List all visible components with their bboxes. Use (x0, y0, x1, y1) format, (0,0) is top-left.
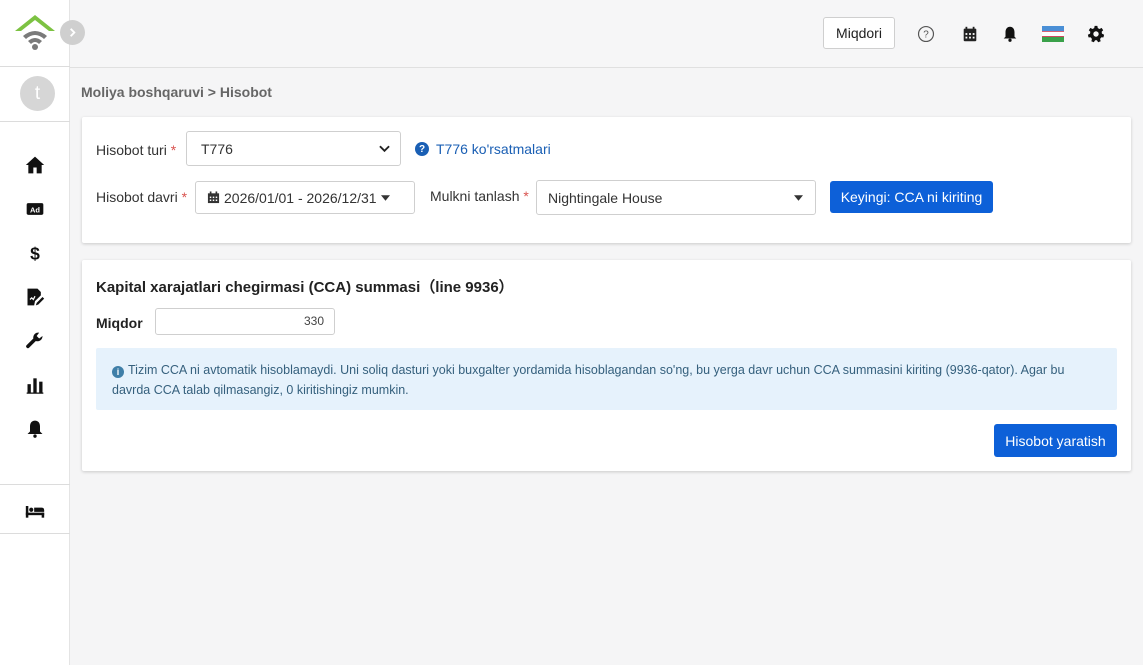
chevron-right-icon (70, 28, 76, 37)
document-edit-icon[interactable] (24, 286, 46, 308)
ad-icon[interactable]: Ad (24, 198, 46, 220)
report-type-select[interactable]: T776 (186, 131, 401, 166)
sidebar: t Ad $ (0, 0, 70, 665)
top-header: Miqdori ? (70, 0, 1143, 68)
info-icon: i (112, 366, 124, 378)
quantity-button[interactable]: Miqdori (823, 17, 895, 49)
bed-icon[interactable] (24, 500, 46, 522)
report-period-label: Hisobot davri * (96, 189, 187, 205)
report-type-value: T776 (201, 140, 233, 157)
report-type-label-text: Hisobot turi (96, 142, 167, 158)
required-mark: * (523, 188, 529, 204)
chevron-down-icon (379, 145, 390, 152)
flag-icon[interactable] (1042, 26, 1064, 42)
caret-down-icon (794, 194, 803, 201)
wrench-icon[interactable] (24, 330, 46, 352)
amount-label: Miqdor (96, 315, 143, 331)
sidebar-divider (0, 121, 70, 122)
property-label-text: Mulkni tanlash (430, 188, 520, 204)
next-enter-cca-button[interactable]: Keyingi: CCA ni kiriting (830, 181, 993, 213)
property-value: Nightingale House (548, 189, 663, 206)
amount-input[interactable]: 330 (155, 308, 335, 335)
required-mark: * (181, 189, 188, 205)
generate-report-button[interactable]: Hisobot yaratish (994, 424, 1117, 457)
breadcrumb: Moliya boshqaruvi > Hisobot (81, 84, 272, 100)
report-period-value: 2026/01/01 - 2026/12/31 (224, 189, 377, 206)
dollar-icon[interactable]: $ (24, 242, 46, 264)
question-circle-icon: ? (415, 142, 429, 156)
avatar-letter: t (34, 82, 41, 104)
home-logo-icon[interactable] (14, 14, 56, 52)
calendar-icon[interactable] (960, 24, 980, 44)
info-text: Tizim CCA ni avtomatik hisoblamaydi. Uni… (112, 363, 1065, 397)
report-period-label-text: Hisobot davri (96, 189, 178, 205)
cca-title: Kapital xarajatlari chegirmasi (CCA) sum… (96, 279, 514, 296)
sidebar-divider (0, 66, 70, 67)
sidebar-toggle-button[interactable] (60, 20, 85, 45)
svg-text:?: ? (923, 30, 929, 41)
help-icon[interactable]: ? (916, 24, 936, 44)
required-mark: * (170, 142, 177, 158)
caret-down-icon (380, 194, 390, 201)
bar-chart-icon[interactable] (24, 374, 46, 396)
notification-bell-icon[interactable] (1000, 24, 1020, 44)
property-select[interactable]: Nightingale House (536, 180, 816, 215)
info-alert: i Tizim CCA ni avtomatik hisoblamaydi. Un… (96, 348, 1117, 410)
report-period-picker[interactable]: 2026/01/01 - 2026/12/31 (195, 181, 415, 214)
cca-card: Kapital xarajatlari chegirmasi (CCA) sum… (82, 260, 1131, 471)
calendar-icon (207, 191, 220, 204)
property-label: Mulkni tanlash * (430, 188, 529, 204)
gear-icon[interactable] (1086, 24, 1106, 44)
guide-link[interactable]: ? T776 ko'rsatmalari (415, 141, 551, 157)
home-icon[interactable] (24, 154, 46, 176)
guide-link-text: T776 ko'rsatmalari (436, 141, 551, 157)
report-type-label: Hisobot turi * (96, 142, 176, 158)
sidebar-divider (0, 484, 70, 485)
sidebar-divider (0, 533, 70, 534)
bell-icon[interactable] (24, 418, 46, 440)
avatar[interactable]: t (20, 76, 55, 111)
svg-text:Ad: Ad (30, 205, 40, 214)
svg-text:$: $ (30, 244, 40, 263)
report-filter-card: Hisobot turi * T776 ? T776 ko'rsatmalari … (82, 117, 1131, 243)
